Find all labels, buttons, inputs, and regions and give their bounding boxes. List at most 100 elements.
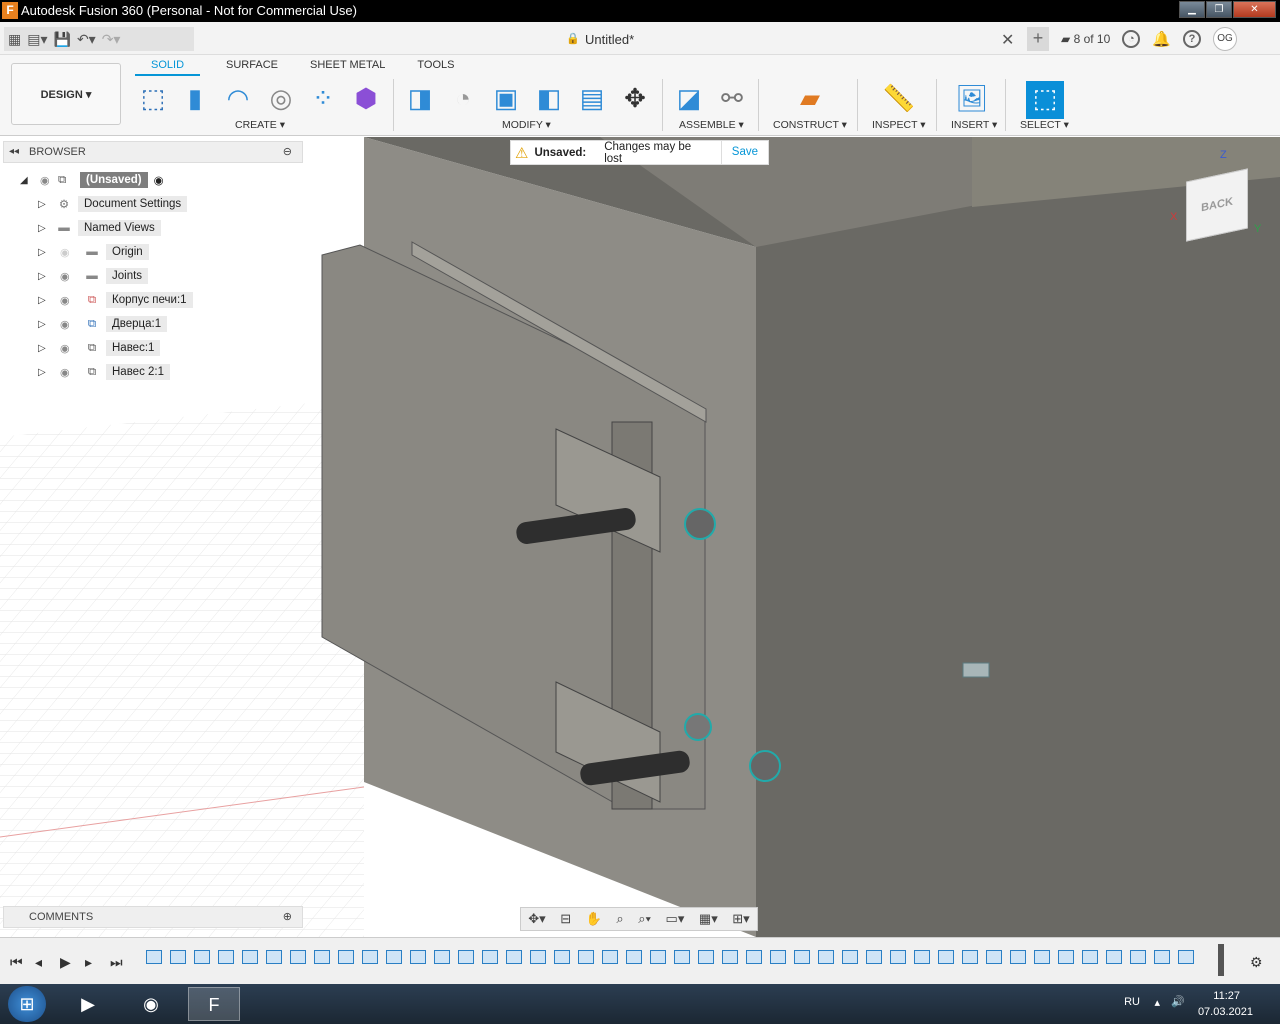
select-icon[interactable]: ⬚ bbox=[1026, 81, 1064, 119]
go-to-start-icon[interactable]: ⏮ bbox=[10, 954, 23, 971]
timeline-feature-icon[interactable] bbox=[722, 950, 738, 964]
browser-item-furnace-body[interactable]: ▷ ◉ ⧉ Корпус печи:1 bbox=[38, 289, 193, 311]
visibility-eye-icon[interactable]: ◉ bbox=[60, 318, 78, 331]
chrome-taskbar-icon[interactable]: ◉ bbox=[125, 987, 177, 1021]
visibility-eye-icon[interactable]: ◉ bbox=[40, 174, 58, 187]
pan-icon[interactable]: ✋ bbox=[586, 911, 602, 927]
timeline-feature-icon[interactable] bbox=[170, 950, 186, 964]
zoom-icon[interactable]: ⌕ bbox=[616, 911, 623, 927]
visibility-eye-icon[interactable]: ◉ bbox=[60, 294, 78, 307]
browser-item-named-views[interactable]: ▷ ▬ Named Views bbox=[38, 217, 161, 239]
timeline-feature-icon[interactable] bbox=[938, 950, 954, 964]
activate-radio-icon[interactable]: ◉ bbox=[154, 173, 164, 187]
play-icon[interactable]: ▶ bbox=[60, 954, 71, 971]
workspace-switcher[interactable]: DESIGN ▾ bbox=[11, 63, 121, 125]
view-cube[interactable]: Z X Y BACK bbox=[1170, 149, 1270, 247]
timeline-feature-icon[interactable] bbox=[410, 950, 426, 964]
timeline-feature-icon[interactable] bbox=[1106, 950, 1122, 964]
extrude-icon[interactable]: ▮ bbox=[178, 81, 212, 115]
combine-icon[interactable]: ◧ bbox=[532, 81, 566, 115]
timeline-feature-icon[interactable] bbox=[578, 950, 594, 964]
expand-icon[interactable]: ▷ bbox=[38, 343, 50, 354]
redo-icon[interactable]: ↷▾ bbox=[102, 31, 121, 48]
insert-menu[interactable]: INSERT ▾ bbox=[951, 119, 997, 131]
tab-surface[interactable]: SURFACE bbox=[210, 58, 294, 76]
create-sketch-icon[interactable]: ⬚ bbox=[136, 81, 170, 115]
assemble-menu[interactable]: ASSEMBLE ▾ bbox=[679, 119, 744, 131]
timeline-feature-icon[interactable] bbox=[746, 950, 762, 964]
construct-menu[interactable]: CONSTRUCT ▾ bbox=[773, 119, 847, 131]
offset-plane-icon[interactable]: ▰ bbox=[793, 81, 827, 115]
browser-panel-header[interactable]: ◂◂ BROWSER ⊖ bbox=[3, 141, 303, 163]
notification-bell-icon[interactable]: 🔔 bbox=[1152, 30, 1171, 48]
user-avatar[interactable]: OG bbox=[1212, 27, 1237, 51]
view-cube-face[interactable]: BACK bbox=[1186, 168, 1248, 242]
timeline-feature-icon[interactable] bbox=[506, 950, 522, 964]
timeline-feature-icon[interactable] bbox=[866, 950, 882, 964]
expand-icon[interactable]: ▷ bbox=[38, 295, 50, 306]
timeline-feature-icon[interactable] bbox=[1154, 950, 1170, 964]
expand-icon[interactable]: ▷ bbox=[38, 271, 50, 282]
timeline-feature-icon[interactable] bbox=[986, 950, 1002, 964]
timeline-feature-icon[interactable] bbox=[266, 950, 282, 964]
new-component-icon[interactable]: ◪ bbox=[672, 81, 706, 115]
timeline-feature-icon[interactable] bbox=[890, 950, 906, 964]
timeline-feature-icon[interactable] bbox=[962, 950, 978, 964]
clock-time[interactable]: 11:27 bbox=[1213, 990, 1240, 1002]
timeline-settings-gear-icon[interactable]: ⚙ bbox=[1250, 954, 1263, 971]
expand-icon[interactable]: ▷ bbox=[38, 319, 50, 330]
close-button[interactable]: ✕ bbox=[1233, 1, 1276, 18]
root-label[interactable]: (Unsaved) bbox=[80, 172, 148, 188]
timeline-feature-icon[interactable] bbox=[530, 950, 546, 964]
collapse-browser-icon[interactable]: ◂◂ bbox=[9, 146, 19, 157]
timeline-feature-icon[interactable] bbox=[650, 950, 666, 964]
maximize-button[interactable]: ❐ bbox=[1206, 1, 1232, 18]
visibility-eye-icon[interactable]: ◉ bbox=[60, 270, 78, 283]
expand-icon[interactable]: ▷ bbox=[38, 199, 50, 210]
minimize-button[interactable]: ▁ bbox=[1179, 1, 1205, 18]
document-tab-title[interactable]: Untitled* bbox=[585, 32, 634, 47]
visibility-eye-icon[interactable]: ◉ bbox=[60, 246, 78, 259]
job-status[interactable]: ▰ 8 of 10 bbox=[1061, 32, 1110, 46]
expand-icon[interactable]: ▷ bbox=[38, 367, 50, 378]
timeline-feature-icon[interactable] bbox=[626, 950, 642, 964]
visibility-eye-icon[interactable]: ◉ bbox=[60, 342, 78, 355]
fillet-icon[interactable]: ◔ bbox=[446, 81, 480, 115]
new-tab-button[interactable]: + bbox=[1027, 27, 1049, 51]
look-at-icon[interactable]: ⊟ bbox=[560, 911, 571, 927]
insert-image-icon[interactable]: 🖼 bbox=[955, 81, 989, 115]
browser-item-origin[interactable]: ▷ ◉ ▬ Origin bbox=[38, 241, 149, 263]
timeline-feature-icon[interactable] bbox=[362, 950, 378, 964]
timeline-feature-icon[interactable] bbox=[458, 950, 474, 964]
undo-icon[interactable]: ↶▾ bbox=[77, 31, 96, 48]
viewports-icon[interactable]: ⊞▾ bbox=[732, 911, 749, 927]
timeline-feature-icon[interactable] bbox=[842, 950, 858, 964]
timeline-feature-icon[interactable] bbox=[434, 950, 450, 964]
timeline-feature-icon[interactable] bbox=[794, 950, 810, 964]
timeline-feature-icon[interactable] bbox=[602, 950, 618, 964]
timeline-feature-icon[interactable] bbox=[1010, 950, 1026, 964]
expand-icon[interactable]: ▷ bbox=[38, 223, 50, 234]
save-button[interactable]: Save bbox=[720, 140, 768, 165]
browser-options-icon[interactable]: ⊖ bbox=[283, 145, 292, 158]
timeline-feature-icon[interactable] bbox=[242, 950, 258, 964]
select-menu[interactable]: SELECT ▾ bbox=[1020, 119, 1069, 131]
browser-item-document-settings[interactable]: ▷ ⚙ Document Settings bbox=[38, 193, 188, 215]
timeline-feature-icon[interactable] bbox=[1034, 950, 1050, 964]
inspect-menu[interactable]: INSPECT ▾ bbox=[872, 119, 926, 131]
close-tab-icon[interactable]: ✕ bbox=[1001, 30, 1014, 50]
fusion-taskbar-icon[interactable]: F bbox=[188, 987, 240, 1021]
orbit-icon[interactable]: ✥▾ bbox=[528, 911, 545, 927]
go-to-end-icon[interactable]: ⏭ bbox=[110, 954, 123, 971]
shell-icon[interactable]: ▣ bbox=[489, 81, 523, 115]
expand-triangle-icon[interactable]: ◢ bbox=[20, 175, 32, 186]
revolve-icon[interactable]: ◠ bbox=[221, 81, 255, 115]
save-icon[interactable]: 💾 bbox=[54, 31, 71, 48]
add-comment-icon[interactable]: ⊕ bbox=[283, 910, 292, 923]
timeline-feature-icon[interactable] bbox=[1082, 950, 1098, 964]
language-indicator[interactable]: RU bbox=[1124, 996, 1140, 1008]
file-menu-icon[interactable]: ▤▾ bbox=[27, 31, 47, 48]
timeline-feature-icon[interactable] bbox=[770, 950, 786, 964]
press-pull-icon[interactable]: ◨ bbox=[403, 81, 437, 115]
timeline-feature-icon[interactable] bbox=[194, 950, 210, 964]
